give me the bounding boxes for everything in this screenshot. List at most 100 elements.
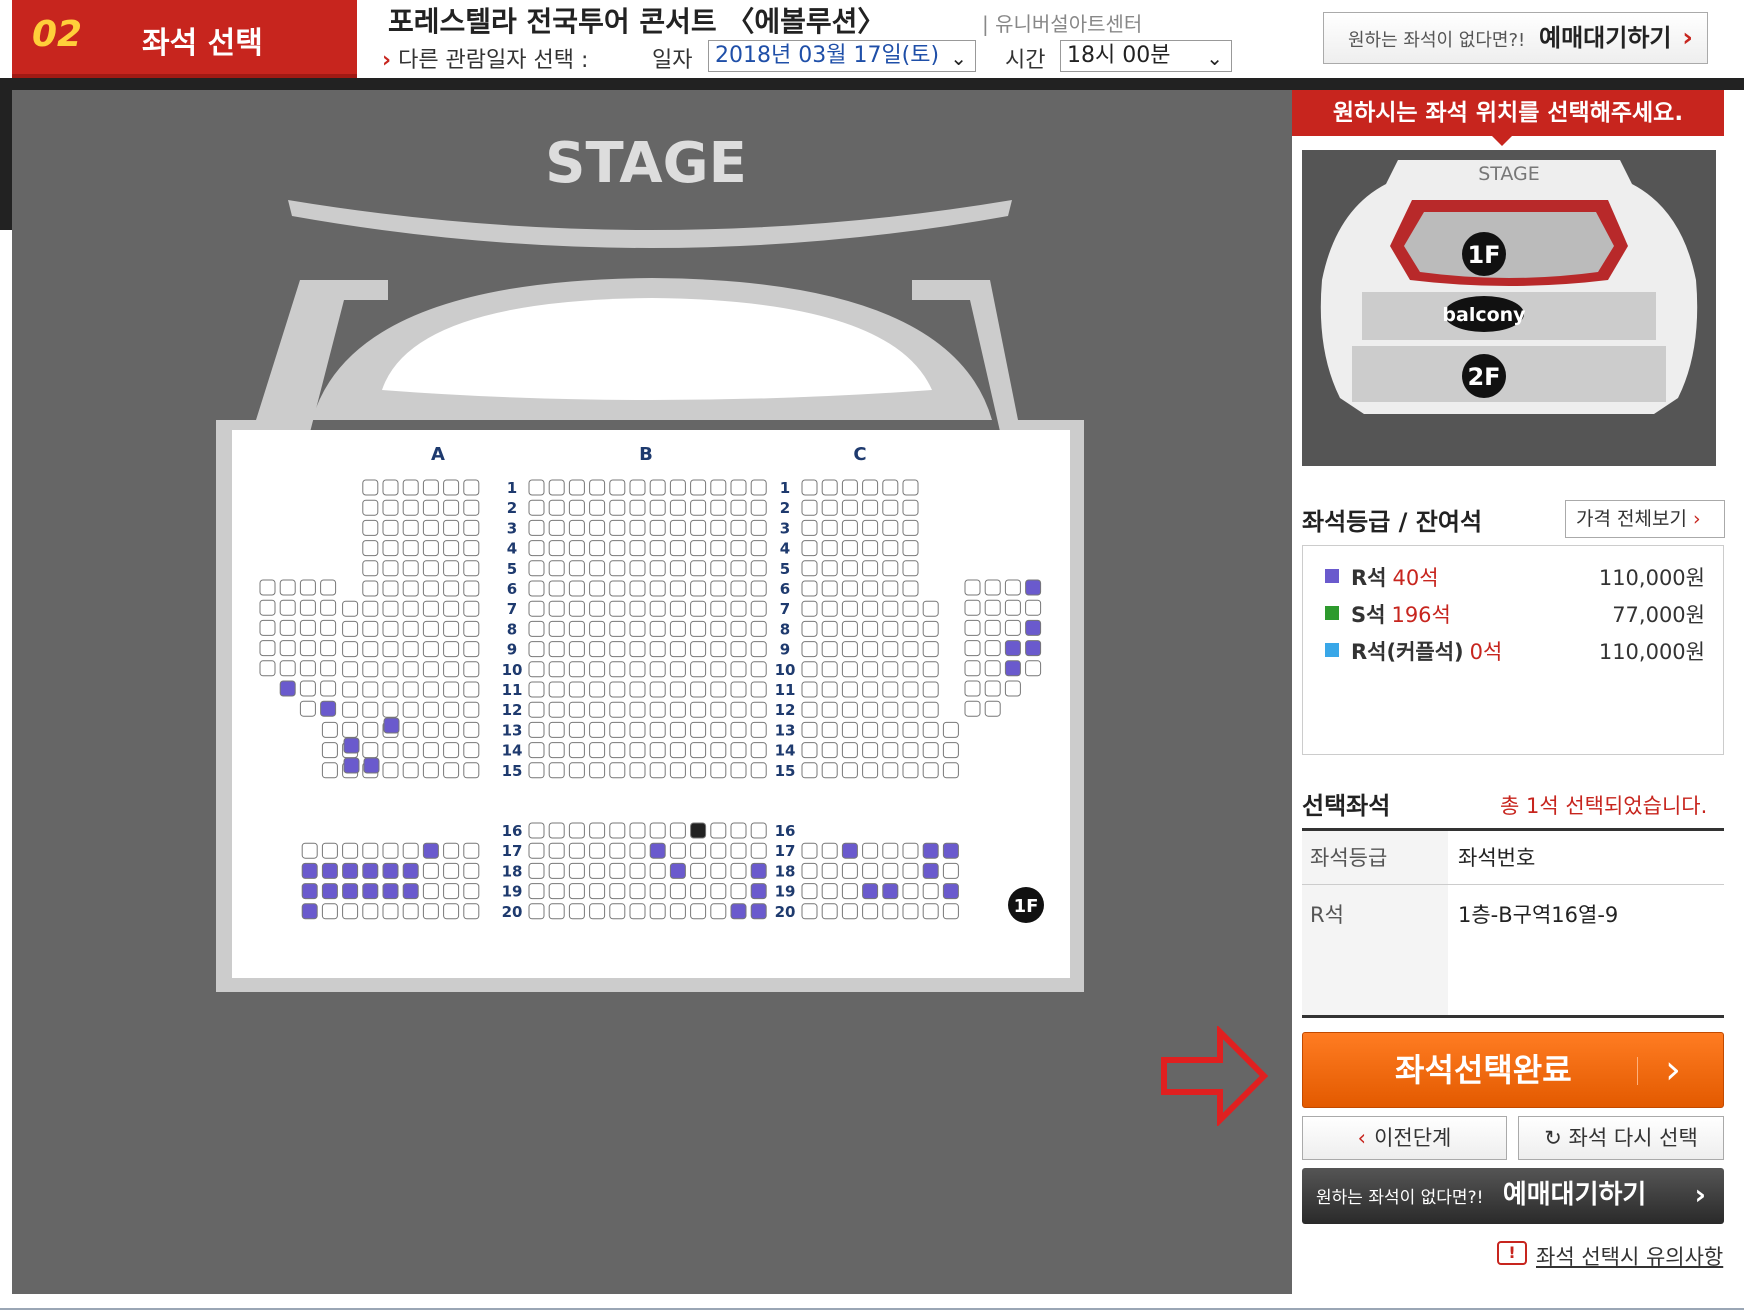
seat[interactable] [463,641,480,658]
seat[interactable] [902,681,919,698]
seat[interactable] [402,701,419,718]
seat[interactable] [710,681,727,698]
seat[interactable] [690,499,707,516]
seat[interactable] [964,680,981,697]
seat[interactable] [382,479,399,496]
seat[interactable] [690,600,707,617]
seat[interactable] [589,499,606,516]
seat[interactable] [443,661,460,678]
seat[interactable] [321,903,338,920]
seat[interactable] [301,842,318,859]
seat[interactable] [609,499,626,516]
seat[interactable] [362,600,379,617]
seat[interactable] [568,883,585,900]
seat[interactable] [362,742,379,759]
available-seat[interactable] [343,757,360,774]
seat[interactable] [922,620,939,637]
seat[interactable] [609,681,626,698]
seat[interactable] [841,560,858,577]
seat[interactable] [690,641,707,658]
seat[interactable] [402,560,419,577]
seat[interactable] [443,883,460,900]
seat[interactable] [862,903,879,920]
seat[interactable] [629,862,646,879]
seat[interactable] [1004,579,1021,596]
available-seat[interactable] [301,903,318,920]
seat[interactable] [750,721,767,738]
seat[interactable] [649,540,666,557]
seat[interactable] [402,903,419,920]
seat[interactable] [669,479,686,496]
seat[interactable] [402,519,419,536]
seat[interactable] [750,661,767,678]
seat[interactable] [528,681,545,698]
seat[interactable] [528,762,545,779]
seat[interactable] [669,721,686,738]
seat[interactable] [902,641,919,658]
seat[interactable] [690,762,707,779]
seat[interactable] [568,842,585,859]
available-seat[interactable] [882,883,899,900]
seat[interactable] [463,883,480,900]
seat[interactable] [548,762,565,779]
seat[interactable] [342,620,359,637]
seat[interactable] [669,519,686,536]
seat[interactable] [362,560,379,577]
seat[interactable] [750,842,767,859]
seat[interactable] [690,742,707,759]
seat[interactable] [402,580,419,597]
seat[interactable] [402,762,419,779]
seat[interactable] [382,661,399,678]
seat[interactable] [730,519,747,536]
seat[interactable] [548,862,565,879]
seat[interactable] [568,560,585,577]
seat[interactable] [589,560,606,577]
seat[interactable] [862,479,879,496]
seat[interactable] [362,540,379,557]
seat[interactable] [922,600,939,617]
seat[interactable] [609,641,626,658]
seat[interactable] [548,540,565,557]
seat[interactable] [609,742,626,759]
available-seat[interactable] [730,903,747,920]
seat[interactable] [649,883,666,900]
seat[interactable] [589,903,606,920]
seat[interactable] [902,762,919,779]
seat[interactable] [629,742,646,759]
seat[interactable] [882,600,899,617]
seat[interactable] [690,903,707,920]
seat[interactable] [882,620,899,637]
seat[interactable] [299,640,316,657]
seat[interactable] [443,600,460,617]
seat[interactable] [609,580,626,597]
seat[interactable] [964,640,981,657]
seat[interactable] [669,600,686,617]
seat[interactable] [649,822,666,839]
seat[interactable] [690,721,707,738]
seat[interactable] [902,519,919,536]
seat[interactable] [730,661,747,678]
seat[interactable] [299,700,316,717]
seat[interactable] [669,742,686,759]
seat[interactable] [882,903,899,920]
seat[interactable] [402,742,419,759]
reselect-seat-button[interactable]: ↻ 좌석 다시 선택 [1518,1116,1724,1160]
seat[interactable] [629,883,646,900]
seat[interactable] [902,661,919,678]
seat[interactable] [750,701,767,718]
seat[interactable] [528,742,545,759]
seat[interactable] [568,661,585,678]
seat[interactable] [463,842,480,859]
seat[interactable] [463,499,480,516]
seat[interactable] [862,499,879,516]
seat[interactable] [902,580,919,597]
seat[interactable] [902,862,919,879]
seat[interactable] [528,540,545,557]
seat[interactable] [821,661,838,678]
seat[interactable] [841,883,858,900]
seat[interactable] [629,540,646,557]
seat[interactable] [984,680,1001,697]
seat[interactable] [882,641,899,658]
available-seat[interactable] [382,883,399,900]
seat[interactable] [609,540,626,557]
